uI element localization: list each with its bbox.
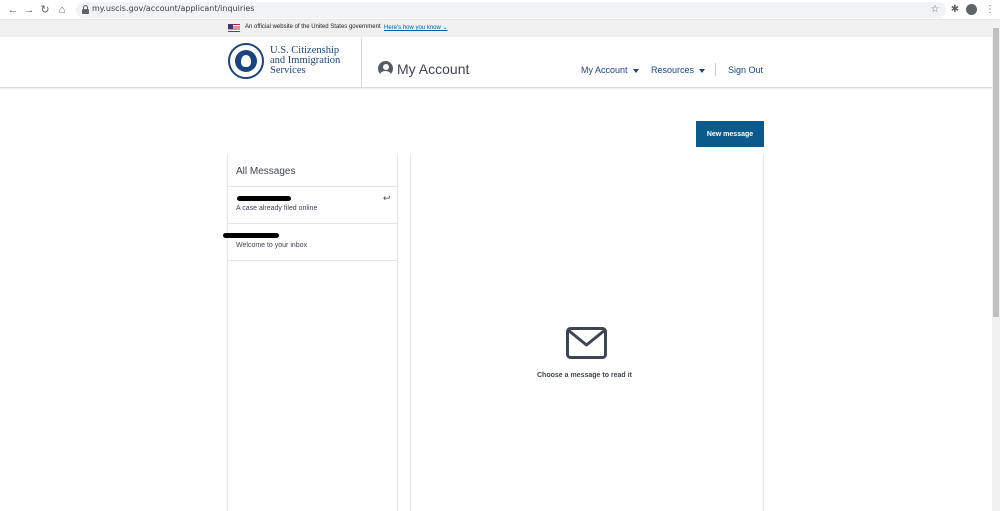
profile-icon[interactable] — [966, 4, 977, 15]
message-item[interactable]: ↩ A case already filed online — [228, 187, 397, 224]
menu-kebab-icon[interactable]: ⋮ — [983, 3, 997, 17]
agency-name[interactable]: U.S. Citizenship and Immigration Service… — [270, 45, 340, 76]
url-text: my.uscis.gov/account/applicant/inquiries — [92, 4, 255, 13]
message-subject: A case already filed online — [236, 205, 318, 212]
site-header — [0, 37, 992, 88]
extensions-icon[interactable]: ✱ — [948, 3, 962, 17]
nav-my-account[interactable]: My Account — [581, 65, 639, 75]
browser-toolbar: ← → ↻ ⌂ my.uscis.gov/account/applicant/i… — [0, 0, 1000, 20]
bookmark-star-icon[interactable]: ☆ — [928, 3, 942, 17]
home-icon[interactable]: ⌂ — [55, 3, 69, 17]
lock-icon — [82, 5, 89, 14]
gov-banner: An official website of the United States… — [0, 20, 992, 37]
address-bar[interactable]: my.uscis.gov/account/applicant/inquiries — [76, 2, 946, 18]
header-divider — [361, 38, 362, 87]
us-flag-icon — [228, 24, 240, 32]
gov-banner-text: An official website of the United States… — [245, 24, 381, 30]
envelope-icon — [566, 327, 607, 359]
nav-separator — [715, 63, 716, 76]
message-list-title: All Messages — [236, 166, 296, 177]
page-title: My Account — [397, 61, 470, 77]
redacted-sender — [237, 196, 291, 201]
account-circle-icon — [378, 61, 393, 76]
caret-down-icon — [632, 68, 639, 73]
gov-banner-link[interactable]: Here's how you know ⌄ — [384, 24, 448, 31]
message-item[interactable]: Welcome to your inbox — [223, 224, 397, 261]
forward-icon[interactable]: → — [22, 3, 36, 17]
nav-sign-out[interactable]: Sign Out — [728, 65, 763, 75]
back-icon[interactable]: ← — [6, 3, 20, 17]
dhs-seal-logo[interactable] — [228, 43, 264, 79]
empty-state-text: Choose a message to read it — [537, 372, 632, 379]
caret-down-icon — [699, 68, 706, 73]
page-scrollbar[interactable] — [992, 20, 1000, 511]
scrollbar-thumb[interactable] — [993, 28, 999, 317]
message-list-header: All Messages — [228, 155, 397, 187]
reply-icon: ↩ — [383, 193, 391, 203]
message-subject: Welcome to your inbox — [236, 242, 308, 249]
message-list-panel: All Messages ↩ A case already filed onli… — [223, 155, 398, 511]
new-message-button[interactable]: New message — [696, 121, 764, 147]
redacted-sender — [223, 233, 279, 238]
nav-resources[interactable]: Resources — [651, 65, 706, 75]
reload-icon[interactable]: ↻ — [38, 3, 52, 17]
